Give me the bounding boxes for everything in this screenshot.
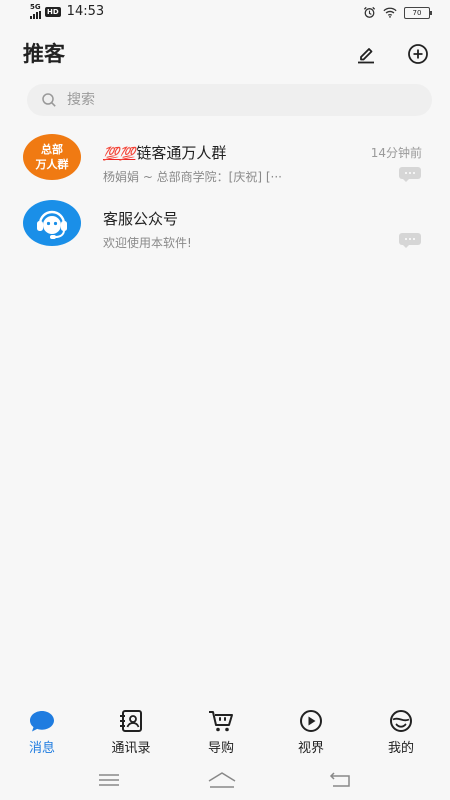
wifi-icon [383, 7, 397, 18]
conversation-time: 14分钟前 [370, 146, 422, 160]
chat-bubble-icon [399, 233, 421, 248]
conversation-name-text: 链客通万人群 [136, 144, 227, 162]
status-bar: 5G HD 14:53 70 [0, 0, 450, 26]
contacts-book-icon [117, 708, 145, 734]
tab-label: 我的 [387, 741, 414, 756]
search-icon [42, 93, 56, 107]
conversation-name: 💯💯链客通万人群 [103, 142, 226, 163]
page-title: 推客 [23, 42, 65, 66]
status-left: 5G HD 14:53 [30, 4, 104, 19]
chat-bubble-icon [399, 167, 421, 182]
compose-button[interactable] [354, 42, 378, 66]
video-play-icon [297, 708, 325, 734]
home-button[interactable] [202, 768, 242, 792]
conversation-preview: 欢迎使用本软件! [103, 236, 192, 250]
signal-bars-icon [30, 11, 41, 19]
tab-label: 通讯录 [111, 741, 151, 756]
search-bar[interactable] [27, 84, 432, 116]
network-type: 5G [30, 3, 41, 11]
menu-lines-icon [99, 774, 119, 786]
service-avatar [23, 200, 81, 246]
hd-badge: HD [45, 6, 61, 17]
tab-label: 导购 [207, 741, 234, 756]
smiley-profile-icon [387, 708, 415, 734]
message-bubble-icon [28, 708, 56, 734]
menu-button[interactable] [89, 768, 129, 792]
tab-messages[interactable]: 消息 [0, 704, 87, 760]
home-icon [208, 772, 236, 788]
conversation-item[interactable]: 总部 万人群 💯💯链客通万人群 杨娟娟 ~ 总部商学院：[庆祝] [··· 14… [0, 134, 450, 196]
tab-shopping-guide[interactable]: 导购 [176, 704, 266, 760]
avatar-text-line-2: 万人群 [35, 158, 69, 171]
avatar-text-line-1: 总部 [41, 143, 63, 156]
tab-vision[interactable]: 视界 [266, 704, 356, 760]
system-nav-bar [0, 760, 450, 800]
bottom-tab-bar: 消息 通讯录 导购 视界 我的 [0, 704, 450, 760]
tab-label: 消息 [28, 741, 55, 756]
battery-icon: 70 [404, 6, 432, 19]
plus-circle-icon [408, 44, 428, 64]
customer-service-headset-icon [37, 210, 67, 239]
conversation-item[interactable]: 客服公众号 欢迎使用本软件! [0, 200, 450, 262]
group-avatar: 总部 万人群 [23, 134, 81, 180]
alarm-icon [363, 6, 376, 18]
pencil-icon [358, 48, 374, 64]
add-button[interactable] [406, 42, 430, 66]
tab-label: 视界 [297, 741, 324, 756]
back-button[interactable] [320, 768, 360, 792]
status-time: 14:53 [66, 4, 105, 19]
back-icon [329, 772, 350, 787]
tab-me[interactable]: 我的 [356, 704, 446, 760]
search-input[interactable] [65, 91, 369, 109]
hundred-points-emoji: 💯💯 [103, 147, 136, 162]
status-right: 70 [363, 6, 432, 19]
conversation-name: 客服公众号 [103, 210, 179, 228]
tab-contacts[interactable]: 通讯录 [86, 704, 176, 760]
signal-indicator: 5G [30, 4, 41, 19]
conversation-preview: 杨娟娟 ~ 总部商学院：[庆祝] [··· [103, 170, 282, 184]
shopping-cart-icon [207, 708, 235, 734]
